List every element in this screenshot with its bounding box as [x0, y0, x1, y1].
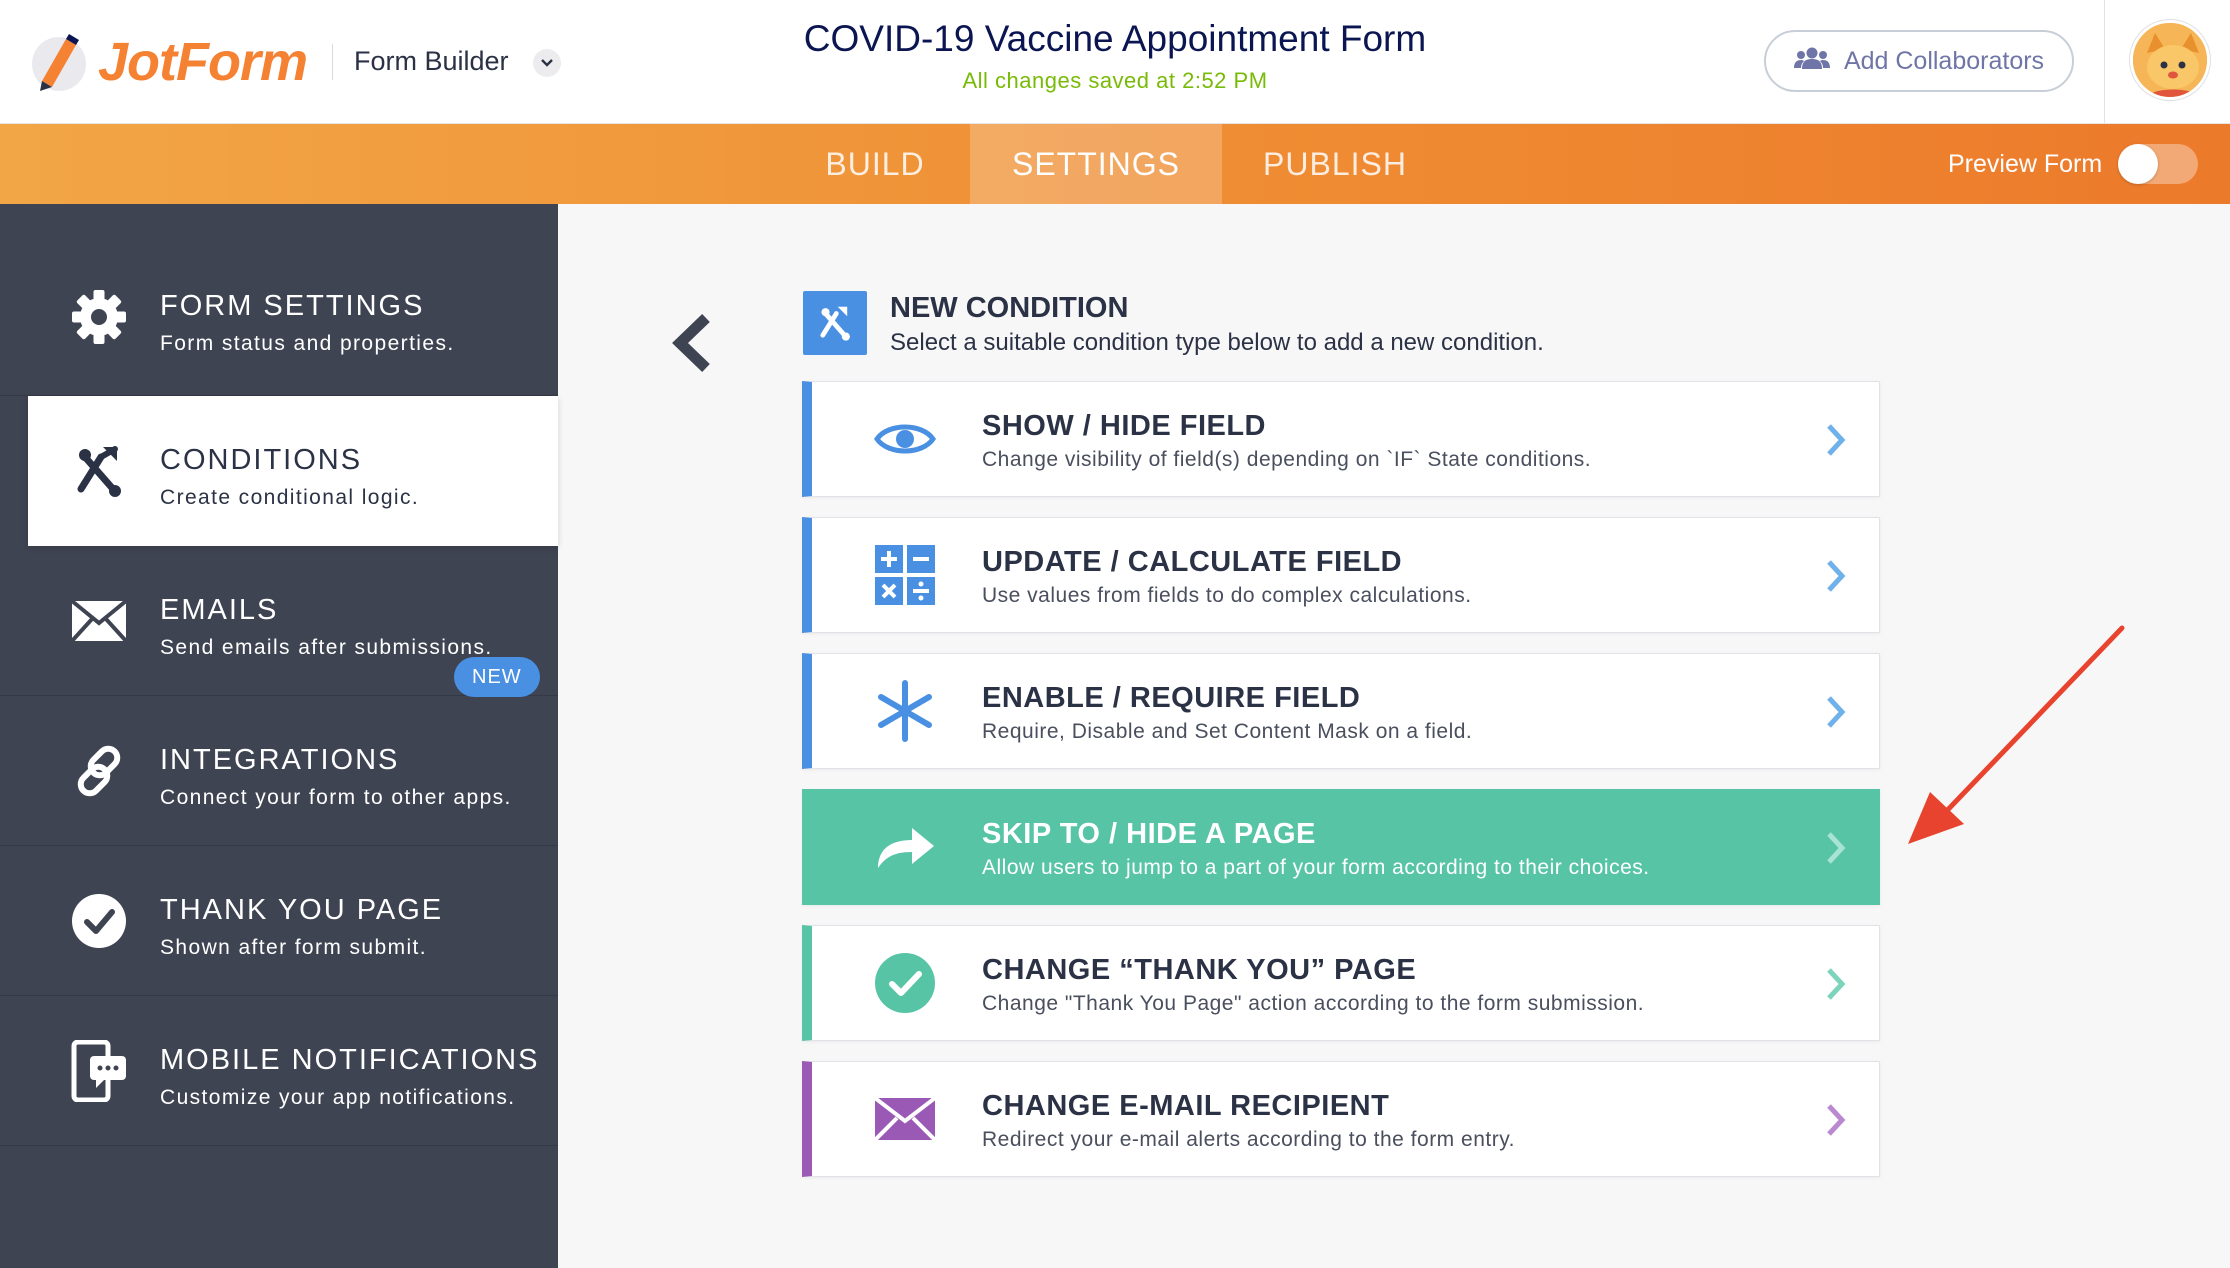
sidebar-item-desc: Customize your app notifications.	[160, 1086, 516, 1109]
main-nav: BUILD SETTINGS PUBLISH Preview Form	[0, 124, 2230, 204]
condition-title: ENABLE / REQUIRE FIELD	[982, 682, 1361, 714]
tab-settings[interactable]: SETTINGS	[970, 124, 1222, 204]
sidebar-item-integrations[interactable]: INTEGRATIONS Connect your form to other …	[0, 696, 558, 846]
sidebar-item-desc: Shown after form submit.	[160, 936, 428, 959]
sidebar-item-desc: Form status and properties.	[160, 332, 455, 355]
conditions-icon	[68, 440, 130, 502]
eye-icon	[872, 406, 938, 472]
sidebar-item-conditions[interactable]: CONDITIONS Create conditional logic.	[28, 396, 558, 546]
new-condition-desc: Select a suitable condition type below t…	[890, 329, 1544, 356]
sidebar-item-desc: Create conditional logic.	[160, 486, 420, 509]
preview-form-toggle[interactable]	[2118, 144, 2198, 184]
condition-card-enable-require[interactable]: ENABLE / REQUIRE FIELD Require, Disable …	[802, 653, 1880, 769]
condition-title: CHANGE “THANK YOU” PAGE	[982, 954, 1417, 986]
condition-title: SHOW / HIDE FIELD	[982, 410, 1266, 442]
sidebar-item-title: EMAILS	[160, 594, 279, 626]
condition-card-show-hide[interactable]: SHOW / HIDE FIELD Change visibility of f…	[802, 381, 1880, 497]
sidebar-item-form-settings[interactable]: FORM SETTINGS Form status and properties…	[0, 204, 558, 396]
condition-desc: Allow users to jump to a part of your fo…	[982, 856, 1650, 879]
condition-card-skip-hide-page[interactable]: SKIP TO / HIDE A PAGE Allow users to jum…	[802, 789, 1880, 905]
tab-publish[interactable]: PUBLISH	[1240, 124, 1430, 204]
top-header: JotForm Form Builder COVID-19 Vaccine Ap…	[0, 0, 2230, 124]
condition-desc: Use values from fields to do complex cal…	[982, 584, 1472, 607]
back-chevron-icon[interactable]	[668, 312, 718, 374]
annotation-arrow	[1890, 620, 2140, 860]
tab-build[interactable]: BUILD	[800, 124, 950, 204]
envelope-icon	[68, 590, 130, 652]
envelope-icon	[872, 1086, 938, 1152]
chevron-right-icon	[1823, 1100, 1849, 1140]
chevron-right-icon	[1823, 692, 1849, 732]
header-divider	[2104, 0, 2105, 124]
sidebar-item-thank-you-page[interactable]: THANK YOU PAGE Shown after form submit.	[0, 846, 558, 996]
condition-card-change-email-recipient[interactable]: CHANGE E-MAIL RECIPIENT Redirect your e-…	[802, 1061, 1880, 1177]
condition-title: SKIP TO / HIDE A PAGE	[982, 818, 1316, 850]
preview-form-label: Preview Form	[1948, 150, 2103, 178]
avatar[interactable]	[2130, 20, 2210, 100]
condition-desc: Change visibility of field(s) depending …	[982, 448, 1592, 471]
condition-desc: Redirect your e-mail alerts according to…	[982, 1128, 1515, 1151]
chevron-right-icon	[1823, 420, 1849, 460]
sidebar-item-desc: Send emails after submissions.	[160, 636, 493, 659]
add-collaborators-label: Add Collaborators	[1843, 46, 2045, 75]
condition-title: UPDATE / CALCULATE FIELD	[982, 546, 1403, 578]
add-collaborators-button[interactable]: Add Collaborators	[1764, 30, 2074, 92]
condition-card-change-thank-you[interactable]: CHANGE “THANK YOU” PAGE Change "Thank Yo…	[802, 925, 1880, 1041]
condition-desc: Require, Disable and Set Content Mask on…	[982, 720, 1473, 743]
sidebar-item-title: INTEGRATIONS	[160, 744, 400, 776]
chevron-right-icon	[1823, 828, 1849, 868]
condition-desc: Change "Thank You Page" action according…	[982, 992, 1645, 1015]
sidebar-item-mobile-notifications[interactable]: MOBILE NOTIFICATIONS Customize your app …	[0, 996, 558, 1146]
sidebar-item-desc: Connect your form to other apps.	[160, 786, 512, 809]
chevron-right-icon	[1823, 964, 1849, 1004]
users-icon	[1793, 46, 1830, 77]
check-circle-icon	[68, 890, 130, 952]
settings-sidebar: FORM SETTINGS Form status and properties…	[0, 204, 558, 1268]
new-condition-title: NEW CONDITION	[890, 292, 1129, 324]
share-arrow-icon	[872, 814, 938, 880]
new-condition-icon	[803, 291, 867, 355]
sidebar-item-title: FORM SETTINGS	[160, 290, 425, 322]
condition-title: CHANGE E-MAIL RECIPIENT	[982, 1090, 1390, 1122]
sidebar-item-title: CONDITIONS	[160, 444, 363, 476]
new-badge: NEW	[454, 657, 540, 697]
sidebar-item-title: THANK YOU PAGE	[160, 894, 444, 926]
mobile-chat-icon	[68, 1040, 130, 1102]
chevron-right-icon	[1823, 556, 1849, 596]
check-circle-icon	[872, 950, 938, 1016]
condition-card-update-calculate[interactable]: UPDATE / CALCULATE FIELD Use values from…	[802, 517, 1880, 633]
toggle-knob	[2118, 144, 2158, 184]
asterisk-icon	[872, 678, 938, 744]
link-icon	[68, 740, 130, 802]
gear-icon	[68, 286, 130, 348]
sidebar-item-title: MOBILE NOTIFICATIONS	[160, 1044, 540, 1076]
calculator-icon	[872, 542, 938, 608]
